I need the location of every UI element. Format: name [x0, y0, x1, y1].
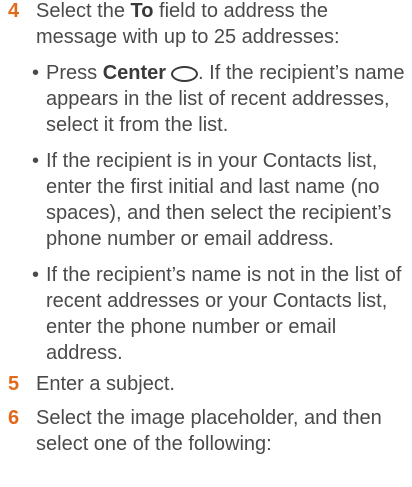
bullet-icon: •: [32, 264, 40, 286]
bullet-icon: •: [32, 62, 40, 84]
option-center-button: • Press Center. If the recipient’s name …: [0, 60, 412, 138]
option-manual-entry: • If the recipient’s name is not in the …: [0, 262, 412, 366]
instruction-document: 4 Select the To field to address the mes…: [0, 0, 412, 457]
to-field-label: To: [130, 0, 154, 22]
step-6: 6 Select the image placeholder, and then…: [0, 405, 412, 457]
center-label: Center: [102, 62, 167, 84]
bullet-text: If the recipient is in your Contacts lis…: [46, 150, 392, 250]
bullet-text: If the recipient’s name is not in the li…: [46, 264, 402, 364]
step-text: Enter a subject.: [36, 373, 175, 395]
step-number: 4: [8, 0, 20, 22]
step-4: 4 Select the To field to address the mes…: [0, 0, 412, 50]
option-contacts: • If the recipient is in your Contacts l…: [0, 148, 412, 252]
bullet-icon: •: [32, 150, 40, 172]
bullet-text-pre: Press: [46, 62, 103, 84]
step-number: 5: [8, 373, 20, 395]
step-4-options: • Press Center. If the recipient’s name …: [0, 60, 412, 366]
step-text-pre: Select the: [36, 0, 131, 22]
center-button-icon: [171, 66, 199, 82]
step-text: Select the image placeholder, and then s…: [36, 407, 382, 455]
step-number: 6: [8, 407, 20, 429]
step-text: Select the To field to address the messa…: [36, 0, 412, 50]
step-5: 5 Enter a subject.: [0, 371, 412, 397]
